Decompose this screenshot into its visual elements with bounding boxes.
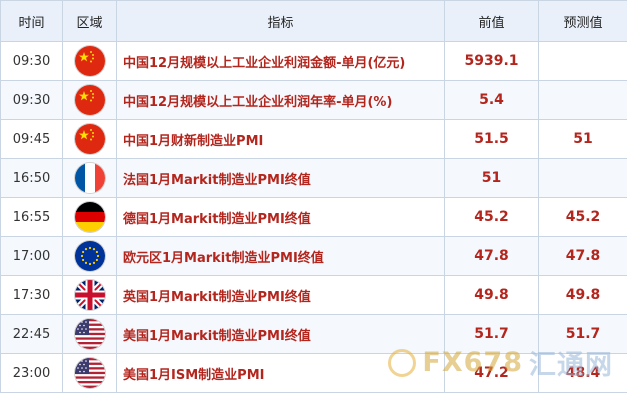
row-previous: 49.8: [444, 275, 539, 315]
row-previous: 5.4: [444, 80, 539, 120]
row-time: 09:45: [0, 119, 63, 159]
row-time: 09:30: [0, 41, 63, 81]
row-indicator[interactable]: 中国1月财新制造业PMI: [116, 119, 445, 159]
row-time: 23:00: [0, 353, 63, 393]
row-previous: 47.8: [444, 236, 539, 276]
row-forecast: [538, 80, 627, 120]
row-region: [62, 41, 117, 81]
row-time: 16:50: [0, 158, 63, 198]
row-region: [62, 275, 117, 315]
fx678-watermark: FX678 汇通网: [388, 343, 613, 382]
header-indicator: 指标: [116, 0, 445, 42]
us-flag-icon: [74, 319, 105, 349]
table-row: 17:30 英国1月Markit制造业PMI终值 49.8 49.8: [0, 275, 627, 315]
germany-flag-icon: [74, 202, 105, 232]
us-flag-icon: [74, 358, 105, 388]
header-region: 区域: [62, 0, 117, 42]
row-indicator[interactable]: 法国1月Markit制造业PMI终值: [116, 158, 445, 198]
row-forecast: 51: [538, 119, 627, 159]
economic-calendar-table: 时间 区域 指标 前值 预测值 09:30 中国12月规模以上工业企业利润金额-单…: [0, 0, 627, 393]
row-region: [62, 353, 117, 393]
row-forecast: [538, 158, 627, 198]
row-region: [62, 80, 117, 120]
china-flag-icon: [74, 124, 105, 154]
row-previous: 5939.1: [444, 41, 539, 81]
row-time: 09:30: [0, 80, 63, 120]
row-time: 17:30: [0, 275, 63, 315]
row-time: 22:45: [0, 314, 63, 354]
row-forecast: 49.8: [538, 275, 627, 315]
table-header-row: 时间 区域 指标 前值 预测值: [0, 0, 627, 42]
table-row: 16:55 德国1月Markit制造业PMI终值 45.2 45.2: [0, 197, 627, 237]
table-row: 17:00 欧元区1月Markit制造业PMI终值 47.8 47.8: [0, 236, 627, 276]
row-forecast: [538, 41, 627, 81]
row-indicator[interactable]: 欧元区1月Markit制造业PMI终值: [116, 236, 445, 276]
watermark-latin: FX678: [422, 347, 523, 378]
france-flag-icon: [74, 163, 105, 193]
header-previous: 前值: [444, 0, 539, 42]
table-row: 09:30 中国12月规模以上工业企业利润金额-单月(亿元) 5939.1: [0, 41, 627, 81]
row-forecast: 47.8: [538, 236, 627, 276]
table-row: 09:45 中国1月财新制造业PMI 51.5 51: [0, 119, 627, 159]
header-forecast: 预测值: [538, 0, 627, 42]
row-region: [62, 119, 117, 159]
row-region: [62, 197, 117, 237]
watermark-cn: 汇通网: [529, 350, 613, 381]
row-indicator[interactable]: 英国1月Markit制造业PMI终值: [116, 275, 445, 315]
table-row: 16:50 法国1月Markit制造业PMI终值 51: [0, 158, 627, 198]
row-indicator[interactable]: 中国12月规模以上工业企业利润年率-单月(%): [116, 80, 445, 120]
row-indicator[interactable]: 德国1月Markit制造业PMI终值: [116, 197, 445, 237]
china-flag-icon: [74, 85, 105, 115]
china-flag-icon: [74, 46, 105, 76]
row-previous: 45.2: [444, 197, 539, 237]
fx678-logo-icon: [388, 348, 417, 377]
row-region: [62, 236, 117, 276]
row-forecast: 45.2: [538, 197, 627, 237]
row-previous: 51.5: [444, 119, 539, 159]
row-time: 16:55: [0, 197, 63, 237]
row-time: 17:00: [0, 236, 63, 276]
table-row: 09:30 中国12月规模以上工业企业利润年率-单月(%) 5.4: [0, 80, 627, 120]
header-time: 时间: [0, 0, 63, 42]
eu-flag-icon: [74, 241, 105, 271]
row-region: [62, 314, 117, 354]
row-previous: 51: [444, 158, 539, 198]
row-region: [62, 158, 117, 198]
row-indicator[interactable]: 中国12月规模以上工业企业利润金额-单月(亿元): [116, 41, 445, 81]
uk-flag-icon: [74, 280, 105, 310]
